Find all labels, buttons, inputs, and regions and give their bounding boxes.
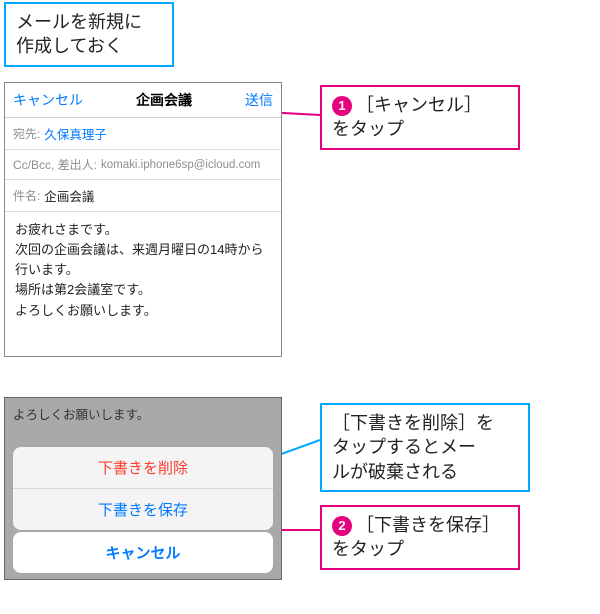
ccbcc-value: komaki.iphone6sp@icloud.com (101, 159, 260, 171)
callout-step-2: 2［下書きを保存］ をタップ (320, 505, 520, 570)
compose-body[interactable]: お疲れさまです。 次回の企画会議は、来週月曜日の14時から行います。 場所は第2… (5, 212, 281, 333)
callout-info-delete: ［下書きを削除］を タップするとメー ルが破棄される (320, 403, 530, 492)
callout-step-1: 1［キャンセル］ をタップ (320, 85, 520, 150)
compose-body-text: お疲れさまです。 次回の企画会議は、来週月曜日の14時から行います。 場所は第2… (15, 222, 263, 318)
callout-step-1-text: ［キャンセル］ をタップ (332, 95, 482, 139)
compose-screen: キャンセル 企画会議 送信 宛先: 久保真理子 Cc/Bcc, 差出人: kom… (4, 82, 282, 357)
ccbcc-label: Cc/Bcc, 差出人: (13, 156, 97, 173)
step-badge-2: 2 (332, 516, 352, 536)
send-button[interactable]: 送信 (245, 90, 273, 110)
callout-step-2-text: ［下書きを保存］ をタップ (332, 515, 500, 559)
sheet-cancel-button[interactable]: キャンセル (13, 532, 273, 573)
callout-precondition-text: メールを新規に 作成しておく (16, 12, 142, 56)
compose-title: 企画会議 (136, 90, 192, 110)
delete-draft-button[interactable]: 下書きを削除 (13, 447, 273, 488)
cancel-button[interactable]: キャンセル (13, 90, 83, 110)
sheet-background-text: よろしくお願いします。 (13, 404, 149, 423)
compose-navbar: キャンセル 企画会議 送信 (5, 83, 281, 118)
subject-field[interactable]: 件名: 企画会議 (5, 180, 281, 212)
ccbcc-field[interactable]: Cc/Bcc, 差出人: komaki.iphone6sp@icloud.com (5, 150, 281, 180)
save-draft-label: 下書きを保存 (98, 502, 188, 519)
sheet-cancel-label: キャンセル (105, 545, 180, 562)
step-badge-1: 1 (332, 96, 352, 116)
to-field[interactable]: 宛先: 久保真理子 (5, 118, 281, 150)
callout-precondition: メールを新規に 作成しておく (4, 2, 174, 67)
delete-draft-label: 下書きを削除 (98, 460, 188, 477)
save-draft-button[interactable]: 下書きを保存 (13, 488, 273, 530)
action-sheet-screen: よろしくお願いします。 下書きを削除 下書きを保存 キャンセル (4, 397, 282, 580)
subject-value: 企画会議 (44, 186, 94, 205)
subject-label: 件名: (13, 187, 40, 204)
to-label: 宛先: (13, 125, 40, 142)
to-value: 久保真理子 (44, 124, 107, 143)
callout-info-delete-text: ［下書きを削除］を タップするとメー ルが破棄される (332, 413, 494, 482)
